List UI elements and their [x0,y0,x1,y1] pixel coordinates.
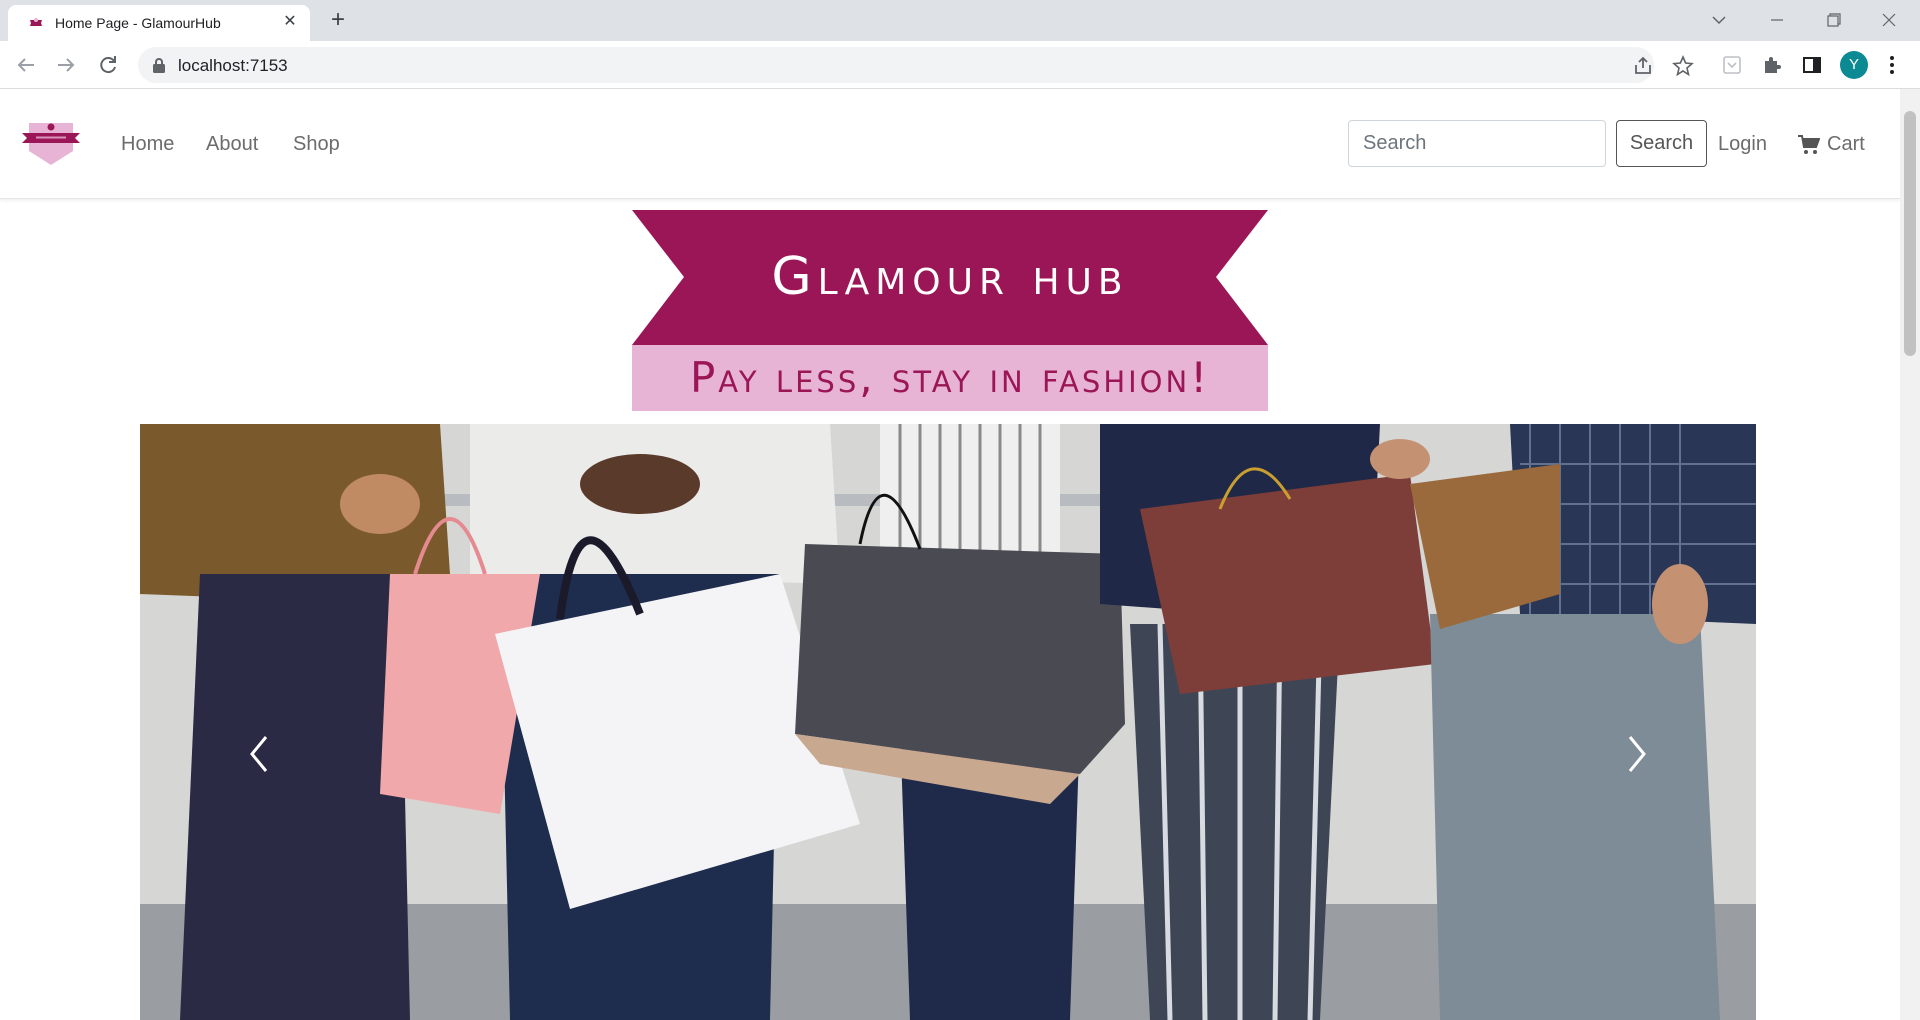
cart-icon [1798,135,1820,154]
side-panel-icon[interactable] [1800,53,1824,77]
share-icon[interactable] [1632,55,1654,77]
url-text: localhost:7153 [178,56,288,75]
profile-avatar[interactable]: Y [1840,51,1868,79]
browser-tab[interactable]: Home Page - GlamourHub ✕ [8,5,310,41]
page-scrollbar[interactable] [1900,89,1920,1020]
browser-menu-icon[interactable] [1880,53,1904,77]
search-input[interactable] [1348,120,1606,167]
back-arrow-icon[interactable] [14,53,38,77]
minimize-icon[interactable] [1762,8,1792,32]
address-bar[interactable]: localhost:7153 [138,47,1694,83]
site-favicon-icon [30,18,42,26]
browser-tabstrip: Home Page - GlamourHub ✕ + [0,0,1920,41]
close-window-icon[interactable] [1874,8,1904,32]
carousel-prev-icon[interactable] [240,729,280,779]
glamourhub-logo[interactable] [22,117,80,167]
site-navbar: Home About Shop Search Login Cart [0,89,1900,199]
login-link[interactable]: Login [1718,133,1767,156]
extensions-puzzle-icon[interactable] [1760,53,1784,77]
tab-search-icon[interactable] [1704,8,1734,32]
bookmark-star-icon[interactable] [1672,55,1694,77]
extension-pocket-icon[interactable] [1720,53,1744,77]
reload-icon[interactable] [96,53,120,77]
new-tab-button[interactable]: + [325,8,351,34]
tab-close-icon[interactable]: ✕ [280,12,300,32]
web-page: Home About Shop Search Login Cart Glamou… [0,89,1900,1020]
nav-link-about[interactable]: About [206,133,258,156]
nav-link-home[interactable]: Home [121,133,174,156]
brand-title: Glamour hub [771,247,1129,307]
tab-title: Home Page - GlamourHub [55,15,221,31]
hero-carousel [140,424,1756,1020]
hero-shopping-image [140,424,1756,1020]
scrollbar-thumb[interactable] [1904,111,1916,356]
restore-icon[interactable] [1818,8,1848,32]
forward-arrow-icon[interactable] [54,53,78,77]
carousel-next-icon[interactable] [1616,729,1656,779]
cart-link[interactable]: Cart [1827,133,1865,156]
nav-link-shop[interactable]: Shop [293,133,340,156]
browser-toolbar: localhost:7153 Y [0,41,1920,89]
lock-icon [153,58,165,73]
search-button[interactable]: Search [1616,120,1707,167]
brand-tagline: Pay less, stay in fashion! [689,353,1211,402]
